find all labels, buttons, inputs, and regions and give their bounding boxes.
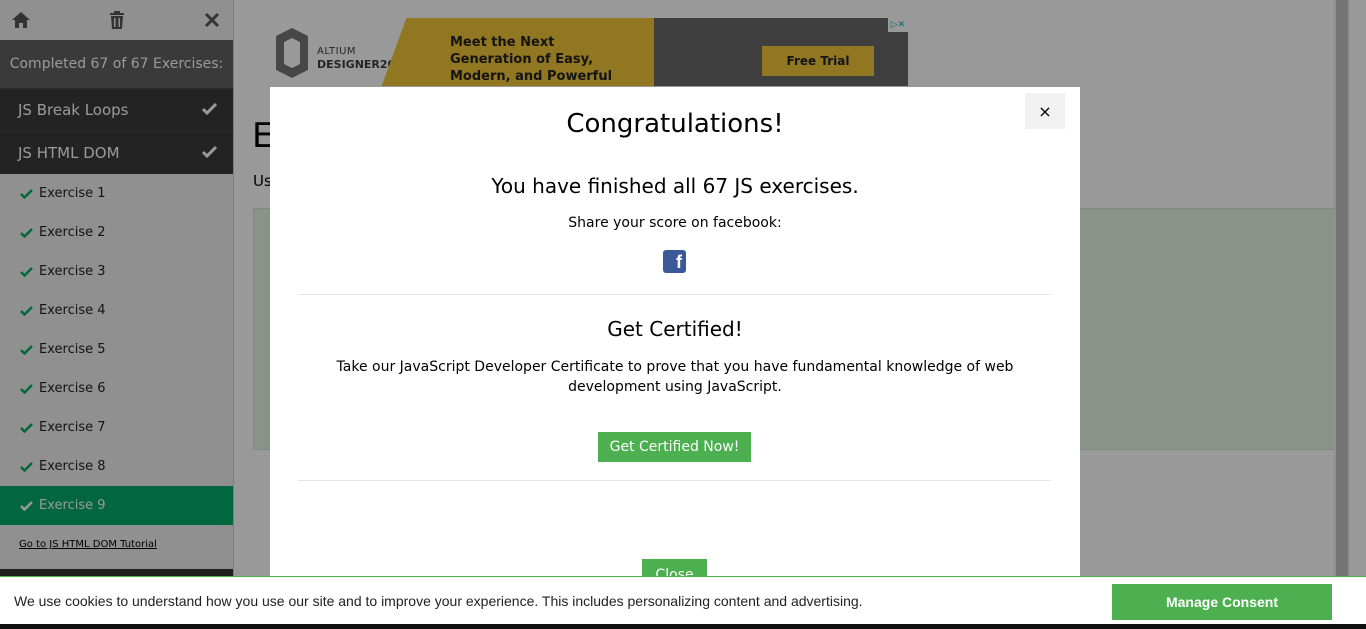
share-prompt: Share your score on facebook:	[568, 215, 782, 231]
congratulations-modal: × Congratulations! You have finished all…	[270, 87, 1080, 629]
manage-consent-button[interactable]: Manage Consent	[1112, 584, 1332, 620]
finished-message: You have finished all 67 JS exercises.	[491, 174, 859, 198]
divider	[298, 480, 1051, 481]
cert-description: Take our JavaScript Developer Certificat…	[336, 359, 1014, 395]
cookie-text: We use cookies to understand how you use…	[14, 593, 863, 609]
facebook-icon[interactable]: f	[663, 250, 686, 273]
bottom-strip	[0, 624, 1366, 629]
modal-title: Congratulations!	[566, 109, 784, 139]
cert-title: Get Certified!	[607, 317, 743, 341]
divider	[298, 294, 1051, 295]
cookie-consent-bar: We use cookies to understand how you use…	[0, 576, 1366, 624]
get-certified-button[interactable]: Get Certified Now!	[598, 432, 751, 462]
